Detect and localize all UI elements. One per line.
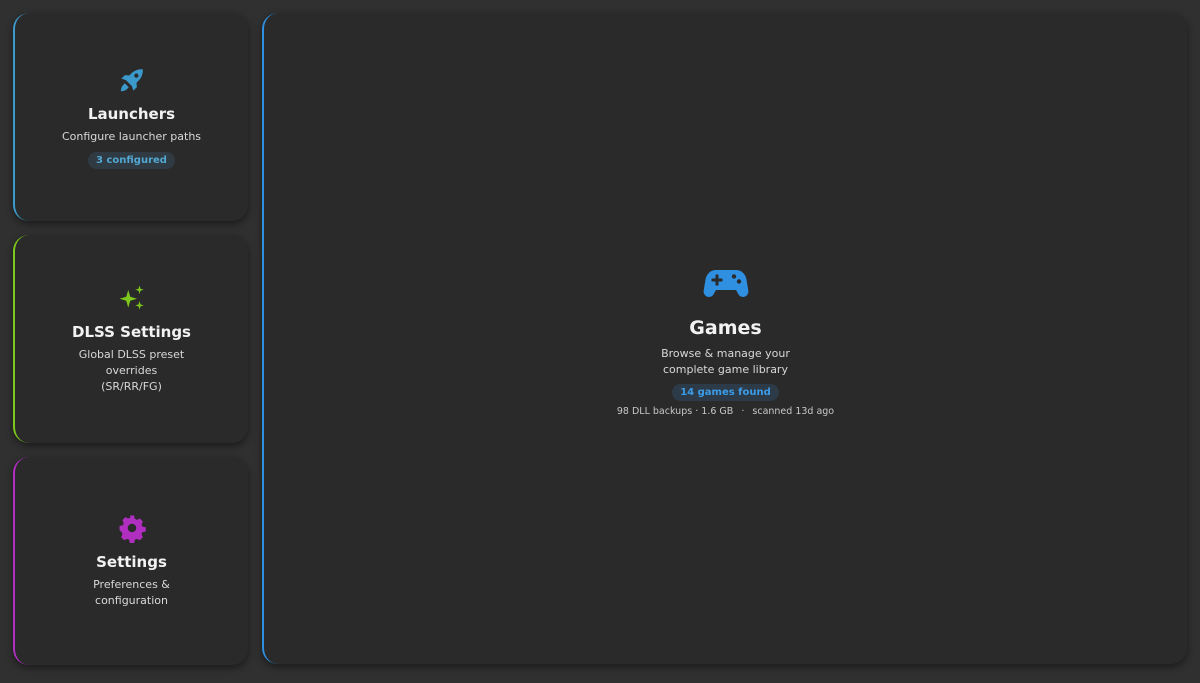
separator-dot: ·: [695, 405, 699, 417]
backup-size: 1.6 GB: [701, 405, 734, 417]
gear-icon: [119, 515, 146, 543]
dashboard: Launchers Configure launcher paths 3 con…: [0, 0, 1200, 683]
settings-card[interactable]: Settings Preferences & configuration: [13, 457, 248, 665]
games-meta: 98 DLL backups · 1.6 GB · scanned 13d ag…: [617, 405, 834, 418]
sparkles-icon: [119, 285, 144, 310]
launchers-card[interactable]: Launchers Configure launcher paths 3 con…: [13, 13, 248, 221]
dlss-settings-card[interactable]: DLSS Settings Global DLSS preset overrid…: [13, 235, 248, 443]
games-card[interactable]: Games Browse & manage your complete game…: [262, 13, 1187, 664]
settings-description: Preferences & configuration: [93, 578, 170, 607]
dll-backups-count: 98 DLL backups: [616, 405, 693, 417]
games-count-badge: 14 games found: [672, 383, 779, 401]
launchers-count-badge: 3 configured: [88, 152, 175, 169]
rocket-icon: [120, 69, 143, 92]
settings-title: Settings: [96, 553, 167, 571]
dlss-settings-description: Global DLSS preset overrides (SR/RR/FG): [78, 348, 185, 393]
gamepad-icon: [703, 269, 748, 297]
games-title: Games: [689, 316, 762, 339]
separator-dot: ·: [741, 405, 745, 417]
last-scan-time: scanned 13d ago: [752, 405, 835, 417]
dlss-settings-title: DLSS Settings: [72, 323, 191, 341]
launchers-title: Launchers: [87, 105, 176, 123]
games-description: Browse & manage your complete game libra…: [661, 346, 790, 376]
launchers-description: Configure launcher paths: [61, 130, 202, 143]
